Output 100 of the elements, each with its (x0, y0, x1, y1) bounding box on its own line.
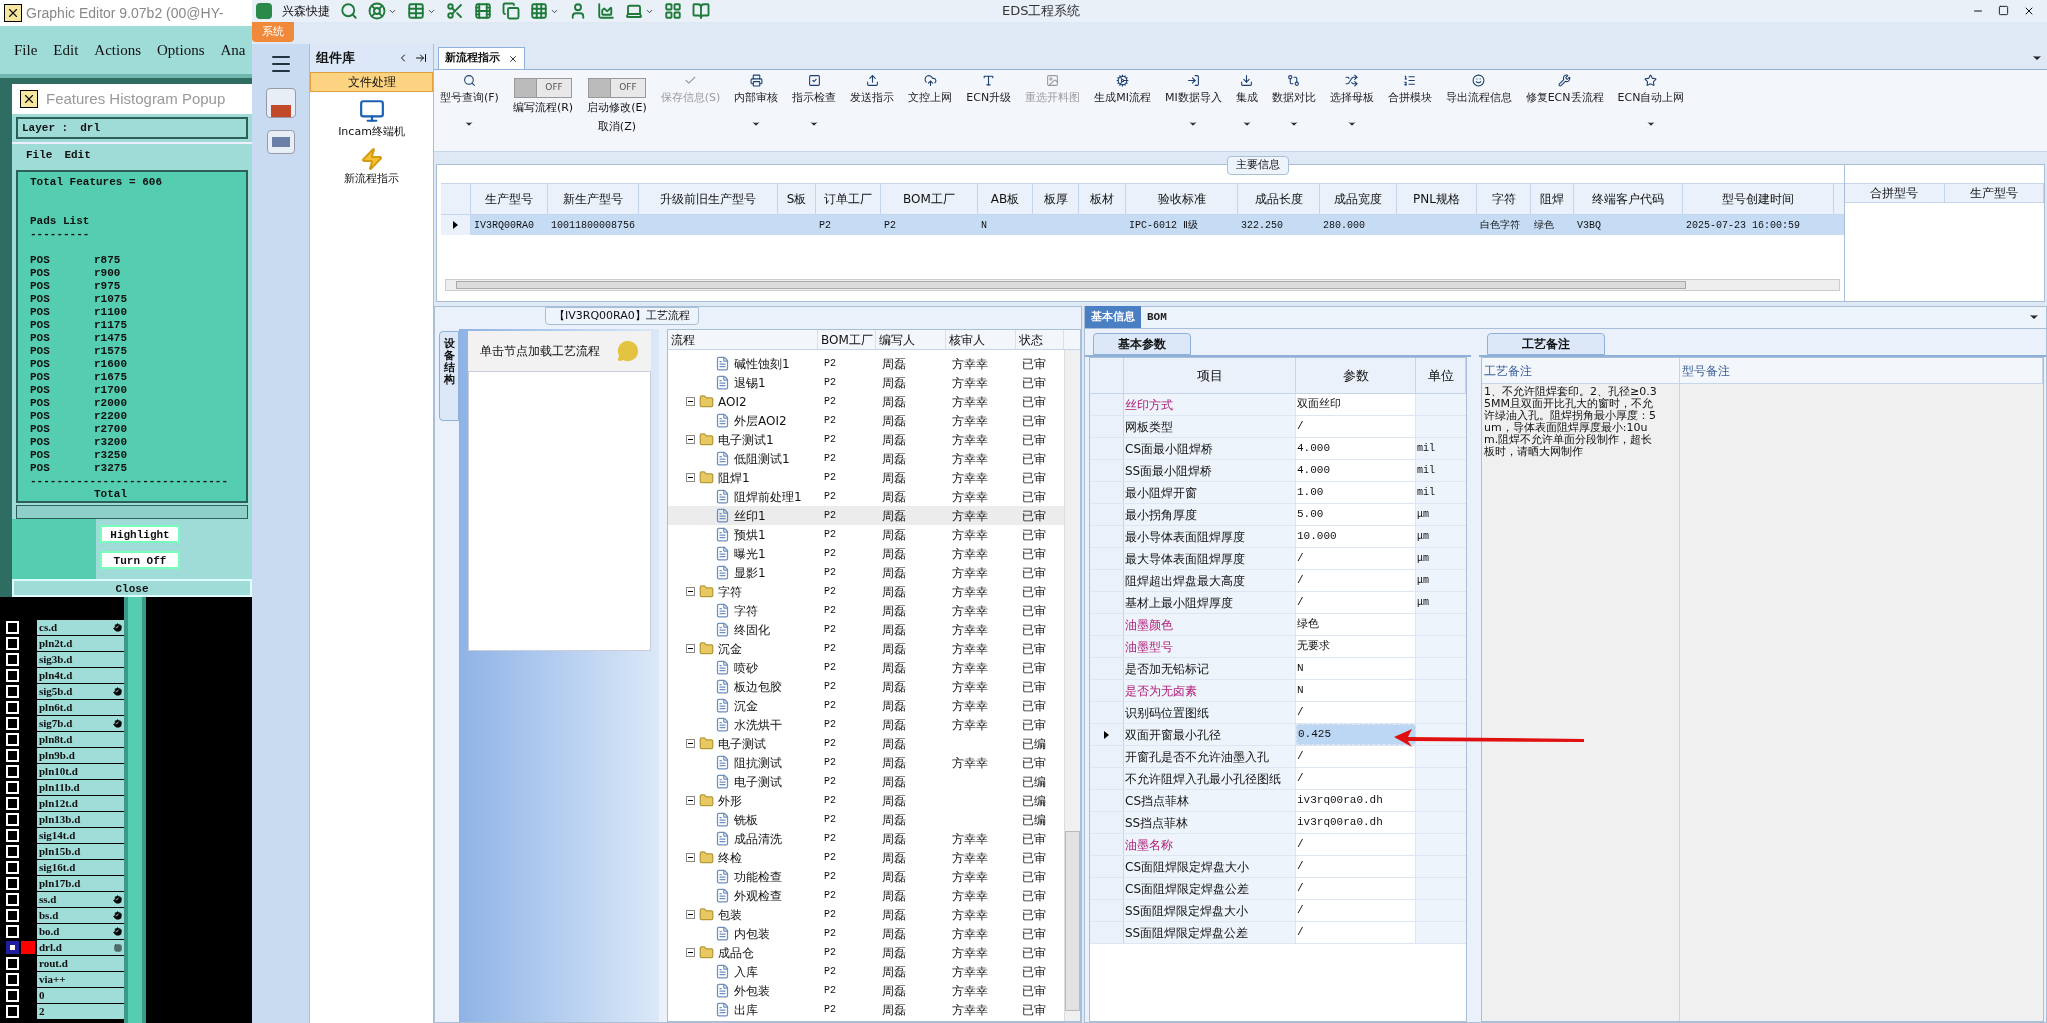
collapse-icon[interactable] (686, 587, 695, 596)
toolbar-button[interactable]: 数据对比 (1271, 74, 1316, 107)
collapse-icon[interactable] (686, 948, 695, 957)
column-header[interactable]: 阻焊 (1531, 184, 1574, 214)
column-header[interactable]: 单位 (1416, 358, 1466, 393)
collapse-icon[interactable] (686, 796, 695, 805)
column-header[interactable]: BOM工厂 (818, 330, 876, 349)
menu-item[interactable]: Edit (53, 38, 79, 62)
param-row[interactable]: 基材上最小阻焊厚度 / μm (1090, 592, 1466, 614)
scissors-icon[interactable] (446, 2, 464, 20)
column-header[interactable]: 生产型号 (1944, 184, 2044, 202)
maximize-icon[interactable] (1998, 5, 2009, 16)
panel-tab[interactable]: 工艺备注 (1487, 333, 1605, 355)
layer-item[interactable]: pln17b.d (37, 876, 124, 891)
popup-button[interactable]: Highlight (100, 525, 180, 543)
column-header[interactable]: AB板 (978, 184, 1033, 214)
layer-item[interactable]: pln9b.d (37, 748, 124, 763)
param-row[interactable]: CS面最小阻焊桥 4.000 mil (1090, 438, 1466, 460)
toolbar-button[interactable]: 合拼模块 (1387, 74, 1432, 107)
toolbar-label[interactable]: 取消(Z) (597, 118, 636, 135)
toolbar-button[interactable]: 文控上网 (908, 74, 953, 107)
layer-item[interactable]: pln4t.d (37, 668, 124, 683)
param-row[interactable]: SS挡点菲林 iv3rq00ra0.dh (1090, 812, 1466, 834)
param-row[interactable]: 是否为无卤素 N (1090, 680, 1466, 702)
toolbar-button[interactable]: 内部审核 (734, 74, 779, 107)
toolbar-button[interactable]: 选择母板 (1329, 74, 1374, 107)
param-row[interactable]: CS挡点菲林 iv3rq00ra0.dh (1090, 790, 1466, 812)
layer-item[interactable]: pln12t.d (37, 796, 124, 811)
column-header[interactable]: 终端客户代码 (1574, 184, 1683, 214)
toolbar-button[interactable]: 导出流程信息 (1445, 74, 1512, 107)
info-tab[interactable]: 基本信息 (1085, 306, 1141, 328)
layer-item[interactable]: via++ (37, 972, 124, 987)
toolbar-label[interactable]: 编写流程(R) (512, 100, 574, 117)
collapse-icon[interactable] (686, 644, 695, 653)
toolbar-button[interactable]: 生成MI流程 (1094, 74, 1151, 107)
layer-item[interactable]: bo.d (37, 924, 124, 939)
column-header[interactable]: 项目 (1124, 358, 1296, 393)
pin-icon[interactable] (415, 52, 427, 64)
menu-item[interactable]: File (26, 146, 53, 164)
param-row[interactable]: SS面最小阻焊桥 4.000 mil (1090, 460, 1466, 482)
param-row[interactable]: 是否加无铅标记 N (1090, 658, 1466, 680)
menu-item[interactable]: Edit (64, 146, 91, 164)
column-header[interactable]: 工艺备注 (1482, 358, 1680, 383)
layer-item[interactable]: pln10t.d (37, 764, 124, 779)
layer-item[interactable]: sig5b.d (37, 684, 124, 699)
column-header[interactable]: 订单工厂 (816, 184, 881, 214)
column-header[interactable]: 参数 (1296, 358, 1416, 393)
tree-row[interactable]: 丝印1 P2 周磊 方幸幸 已审 (668, 506, 1064, 525)
layer-item[interactable]: sig16t.d (37, 860, 124, 875)
toolbar-label[interactable]: 启动修改(E) (587, 100, 647, 117)
param-row[interactable]: 丝印方式 双面丝印 (1090, 394, 1466, 416)
toggle-switch[interactable]: OFF (587, 78, 646, 98)
layer-item[interactable]: pln13b.d (37, 812, 124, 827)
layer-item[interactable]: bs.d (37, 908, 124, 923)
library-item[interactable]: Incam终端机 (310, 92, 433, 141)
layer-item[interactable]: rout.d (37, 956, 124, 971)
menu-item[interactable]: Actions (94, 38, 141, 62)
layer-item[interactable]: drl.d (37, 940, 124, 955)
layer-item[interactable]: ss.d (37, 892, 124, 907)
close-button[interactable]: Close (12, 579, 252, 597)
param-row[interactable]: 开窗孔是否不允许油墨入孔 / (1090, 746, 1466, 768)
param-row[interactable]: 识别码位置图纸 / (1090, 702, 1466, 724)
column-header[interactable]: 核审人 (946, 330, 1016, 349)
layer-item[interactable]: 2 (37, 1004, 124, 1019)
layer-item[interactable]: pln6t.d (37, 700, 124, 715)
user-icon[interactable] (569, 2, 587, 20)
vertical-scrollbar[interactable] (124, 597, 146, 1023)
toolbar-button[interactable]: 型号查询(F) (440, 74, 499, 107)
column-header[interactable]: 验收标准 (1126, 184, 1238, 214)
toolbar-button[interactable]: ECN升级 (966, 74, 1012, 107)
collapse-icon[interactable] (686, 473, 695, 482)
param-row[interactable]: 阻焊超出焊盘最大高度 / μm (1090, 570, 1466, 592)
table-icon[interactable] (407, 2, 425, 20)
param-row[interactable]: 最小阻焊开窗 1.00 mil (1090, 482, 1466, 504)
param-row[interactable]: 不允许阻焊入孔最小孔径图纸 / (1090, 768, 1466, 790)
collapse-icon[interactable] (686, 910, 695, 919)
layer-item[interactable]: sig3b.d (37, 652, 124, 667)
param-row[interactable]: 油墨型号 无要求 (1090, 636, 1466, 658)
collapse-icon[interactable] (686, 739, 695, 748)
copy-icon[interactable] (502, 2, 520, 20)
collapse-icon[interactable] (686, 435, 695, 444)
param-row[interactable]: 最小拐角厚度 5.00 μm (1090, 504, 1466, 526)
library-item[interactable]: 新流程指示 (310, 140, 433, 187)
laptop-icon[interactable] (625, 2, 643, 20)
toolbar-button[interactable]: ECN自动上网 (1617, 74, 1685, 107)
layer-item[interactable]: 0 (37, 988, 124, 1003)
table-row[interactable]: IV3RQ00RA0 10011800008756 P2 P2 N IPC-6012 Ⅱ级 322.250 280.000 白色字符 绿色 V3BQ 2025-07-23 16:00:59 (441, 215, 1844, 235)
toolbar-button[interactable]: 集成 (1235, 74, 1258, 107)
menu-item[interactable]: File (14, 38, 38, 62)
side-tab[interactable]: 设备结构 (439, 331, 459, 421)
layer-item[interactable]: pln2t.d (37, 636, 124, 651)
layer-item[interactable]: pln11b.d (37, 780, 124, 795)
column-header[interactable]: BOM工厂 (881, 184, 978, 214)
close-icon[interactable] (508, 53, 518, 64)
param-row[interactable]: 网板类型 / (1090, 416, 1466, 438)
param-row[interactable]: CS面阻焊限定焊盘大小 / (1090, 856, 1466, 878)
collapse-icon[interactable] (686, 853, 695, 862)
layer-item[interactable]: cs.d (37, 620, 124, 635)
panel-tab[interactable]: 基本参数 (1093, 333, 1191, 355)
layer-item[interactable]: pln15b.d (37, 844, 124, 859)
